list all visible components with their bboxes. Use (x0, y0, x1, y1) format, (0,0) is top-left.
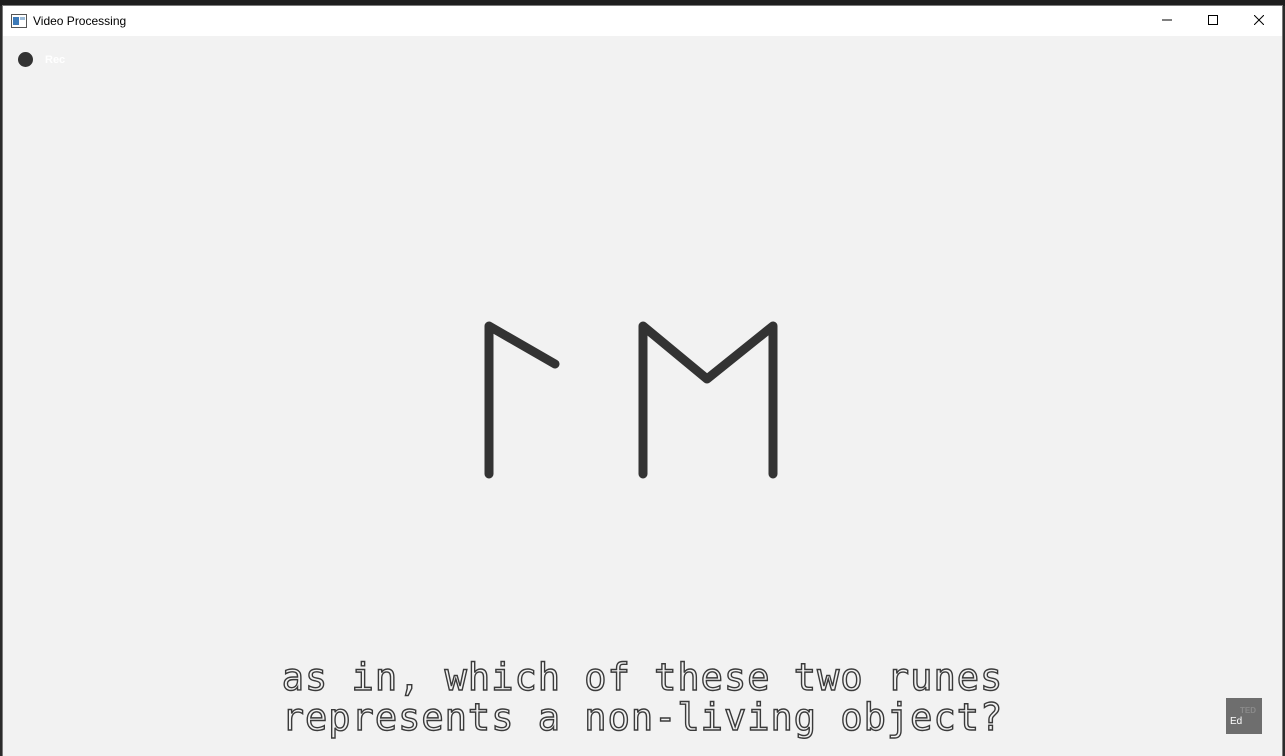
close-button[interactable] (1236, 6, 1282, 36)
subtitle-line-1: as in, which of these two runes (281, 656, 1004, 699)
ted-logo-text: TED (1240, 706, 1256, 715)
ed-logo-text: Ed (1230, 716, 1243, 727)
video-processing-window: Video Processing Rec as in, which of the… (2, 5, 1283, 756)
window-app-icon (11, 14, 27, 28)
record-dot-icon (18, 52, 33, 67)
minimize-icon (1162, 12, 1172, 30)
subtitles: as in, which of these two runes represen… (3, 656, 1282, 739)
window-controls (1144, 6, 1282, 36)
title-bar[interactable]: Video Processing (3, 6, 1282, 36)
video-frame[interactable]: Rec as in, which of these two runes repr… (3, 36, 1282, 756)
maximize-icon (1208, 12, 1218, 30)
window-title: Video Processing (33, 14, 127, 28)
recording-indicator[interactable]: Rec (18, 52, 65, 67)
runes-illustration (484, 321, 778, 479)
ted-ed-logo: TED Ed (1226, 698, 1262, 734)
rune-laukaz (484, 321, 560, 479)
rec-label: Rec (45, 53, 66, 66)
close-icon (1253, 12, 1265, 30)
maximize-button[interactable] (1190, 6, 1236, 36)
subtitle-line-2: represents a non-living object? (281, 696, 1004, 739)
rune-mannaz (638, 321, 778, 479)
minimize-button[interactable] (1144, 6, 1190, 36)
